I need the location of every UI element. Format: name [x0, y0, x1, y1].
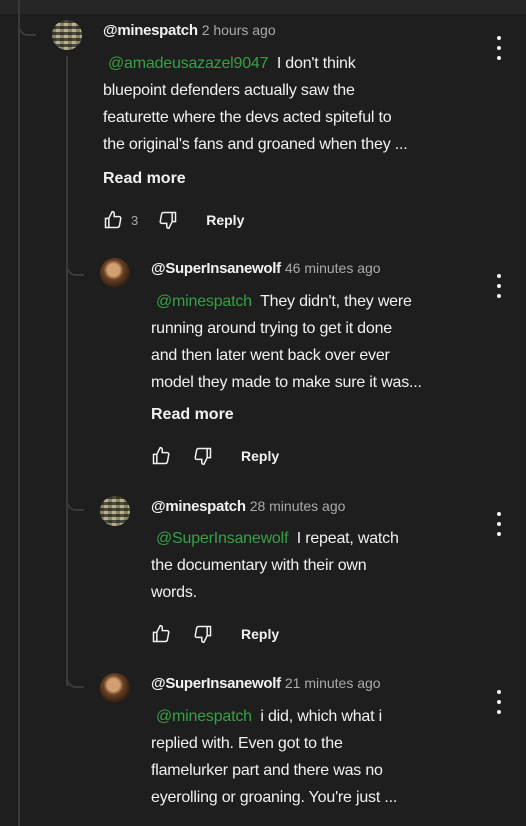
comment-author[interactable]: @minespatch [103, 22, 198, 39]
comment-text-line: flamelurker part and there was no [151, 762, 383, 779]
comment-actions: 3 Reply [103, 208, 244, 232]
comment-text-line: featurette where the devs acted spiteful… [103, 109, 392, 126]
mention-link[interactable]: @amadeusazazel9047 [108, 55, 269, 72]
comment-time[interactable]: 2 hours ago [202, 22, 276, 38]
comment-text-line: eyerolling or groaning. You're just ... [151, 789, 398, 806]
avatar[interactable] [100, 673, 130, 703]
more-options-icon[interactable] [496, 690, 502, 714]
reply-button[interactable]: Reply [206, 212, 244, 228]
comment-text-line: words. [151, 584, 197, 601]
read-more-button[interactable]: Read more [103, 170, 186, 188]
thread-elbow [18, 22, 36, 36]
comment-text-line: bluepoint defenders actually saw the [103, 82, 355, 99]
like-count: 3 [131, 212, 139, 228]
comment-text-line: i did, which what i [260, 708, 382, 725]
like-icon[interactable] [151, 624, 171, 644]
comment-text: @minespatch They didn't, they were runni… [151, 288, 491, 396]
comment-author[interactable]: @SuperInsanewolf [151, 675, 281, 692]
comment-time[interactable]: 46 minutes ago [285, 260, 381, 276]
comment-text: @amadeusazazel9047 I don't think bluepoi… [103, 50, 483, 158]
thread-elbow [66, 497, 84, 511]
thread-elbow [66, 262, 84, 276]
avatar[interactable] [100, 496, 130, 526]
thread-line-replies [66, 56, 68, 686]
comment-text-line: They didn't, they were [260, 293, 412, 310]
dislike-icon[interactable] [193, 624, 213, 644]
comment-text-line: and then later went back over ever [151, 347, 390, 364]
comment-time[interactable]: 28 minutes ago [250, 498, 346, 514]
more-options-icon[interactable] [496, 36, 502, 60]
mention-link[interactable]: @minespatch [156, 293, 252, 310]
more-options-icon[interactable] [496, 512, 502, 536]
comment-text-line: I don't think [276, 55, 356, 72]
mention-link[interactable]: @SuperInsanewolf [156, 530, 288, 547]
dislike-icon[interactable] [193, 446, 213, 466]
comment-author[interactable]: @SuperInsanewolf [151, 260, 281, 277]
more-options-icon[interactable] [496, 274, 502, 298]
comment-text-line: I repeat, watch [296, 530, 399, 547]
comment-text-line: replied with. Even got to the [151, 735, 343, 752]
read-more-button[interactable]: Read more [151, 406, 234, 424]
avatar[interactable] [52, 20, 82, 50]
comment-time[interactable]: 21 minutes ago [285, 675, 381, 691]
comment-actions: Reply [151, 444, 279, 468]
comment-text: @minespatch i did, which what i replied … [151, 703, 491, 811]
thread-line [18, 0, 20, 826]
thread-elbow [66, 674, 84, 688]
top-bar [0, 0, 526, 14]
comment-actions: Reply [151, 622, 279, 646]
dislike-icon[interactable] [158, 210, 178, 230]
reply-button[interactable]: Reply [241, 626, 279, 642]
comment-author[interactable]: @minespatch [151, 498, 246, 515]
comment-text-line: running around trying to get it done [151, 320, 392, 337]
like-icon[interactable] [103, 210, 123, 230]
reply-button[interactable]: Reply [241, 448, 279, 464]
comment-text-line: the original's fans and groaned when the… [103, 136, 408, 153]
avatar[interactable] [100, 258, 130, 288]
comment-text: @SuperInsanewolf I repeat, watch the doc… [151, 525, 491, 606]
comment-text-line: the documentary with their own [151, 557, 367, 574]
like-icon[interactable] [151, 446, 171, 466]
mention-link[interactable]: @minespatch [156, 708, 252, 725]
comment-text-line: model they made to make sure it was... [151, 374, 422, 391]
